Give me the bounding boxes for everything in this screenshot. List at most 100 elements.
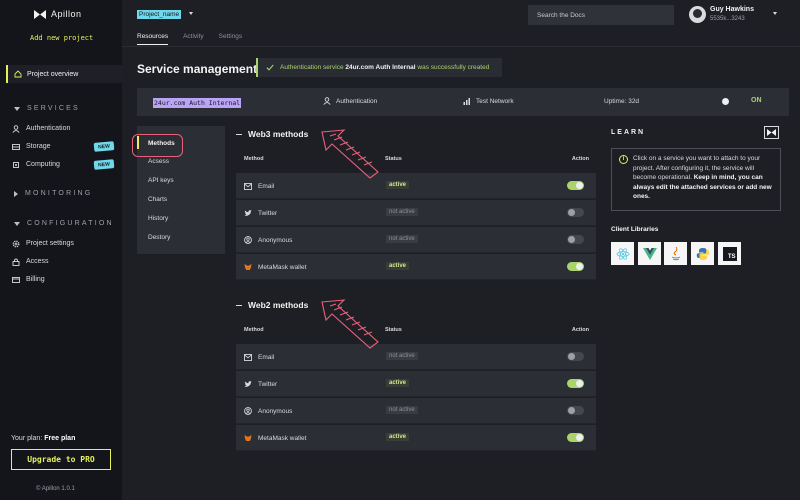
sidebar-item-project-settings[interactable]: Project settings: [11, 239, 74, 248]
gear-icon: [11, 239, 20, 248]
tab-activity[interactable]: Activity: [183, 33, 204, 45]
service-uptime: Uptime: 32d: [604, 98, 640, 105]
twitter-icon: [244, 209, 252, 217]
version-text: © Apillon 1.0.1: [36, 486, 75, 492]
table-row: Anonymous not active: [236, 398, 596, 424]
add-new-project-link[interactable]: Add new project: [30, 34, 93, 42]
section-configuration[interactable]: CONFIGURATION: [14, 220, 114, 227]
python-icon[interactable]: [691, 242, 714, 265]
sidebar-item-storage[interactable]: Storage: [11, 142, 51, 151]
sidebar-item-label: Access: [26, 258, 49, 265]
lock-icon: [11, 257, 20, 266]
method-toggle[interactable]: [567, 379, 584, 388]
section-services[interactable]: SERVICES: [14, 105, 80, 112]
method-toggle[interactable]: [567, 406, 584, 415]
table-row: Twitter not active: [236, 200, 596, 226]
section-title-label: Web3 methods: [248, 129, 309, 139]
user-wallet: 5535k...3243: [710, 16, 745, 22]
web2-methods-title[interactable]: Web2 methods: [236, 300, 308, 310]
sidebar-item-billing[interactable]: Billing: [11, 275, 45, 284]
annotation-arrow-icon: [321, 299, 379, 349]
annotation-circle: [132, 134, 183, 157]
react-icon[interactable]: [611, 242, 634, 265]
sidebar-item-computing[interactable]: Computing: [11, 160, 60, 169]
brand-logo[interactable]: Apillon: [34, 9, 82, 19]
section-label: CONFIGURATION: [27, 220, 114, 227]
status-badge: active: [386, 433, 410, 441]
tab-settings[interactable]: Settings: [219, 33, 243, 45]
method-name: MetaMask wallet: [258, 434, 307, 442]
tab-destory[interactable]: Destory: [148, 234, 170, 241]
status-badge: not active: [386, 352, 418, 360]
method-toggle[interactable]: [567, 235, 584, 244]
tab-acsess[interactable]: Acsess: [148, 158, 169, 165]
annotation-arrow-icon: [321, 129, 379, 179]
web3-methods-title[interactable]: Web3 methods: [236, 129, 308, 139]
web2-table-header: Method Status Action: [244, 327, 589, 333]
typescript-icon[interactable]: TS: [718, 242, 741, 265]
upgrade-button[interactable]: Upgrade to PRO: [11, 449, 111, 470]
method-name: Twitter: [258, 209, 278, 217]
search-input[interactable]: Search the Docs: [528, 5, 674, 25]
method-toggle[interactable]: [567, 433, 584, 442]
expand-icon: [14, 190, 18, 197]
column-status: Status: [385, 327, 402, 333]
status-badge: not active: [386, 235, 418, 243]
toast-service: 24ur.com Auth Internal: [345, 64, 416, 71]
java-icon[interactable]: [664, 242, 687, 265]
avatar[interactable]: [689, 6, 706, 23]
sidebar-item-access[interactable]: Access: [11, 257, 49, 266]
sidebar-item-authentication[interactable]: Authentication: [11, 124, 70, 133]
service-network-label: Test Network: [476, 97, 514, 105]
service-network: Test Network: [463, 97, 514, 105]
chevron-down-icon[interactable]: [773, 12, 777, 15]
anonymous-icon: [244, 407, 252, 415]
column-action: Action: [571, 327, 589, 333]
collapse-panel-icon[interactable]: [764, 126, 779, 139]
plan-value: Free plan: [44, 435, 76, 442]
page-tabs: Resources Activity Settings: [137, 33, 242, 45]
section-label: MONITORING: [25, 190, 93, 197]
tab-charts[interactable]: Charts: [148, 196, 167, 203]
tab-api-keys[interactable]: API keys: [148, 177, 174, 184]
table-row: Email active: [236, 173, 596, 199]
tab-resources[interactable]: Resources: [137, 33, 169, 45]
new-badge: NEW: [93, 141, 115, 152]
divider: [122, 46, 800, 47]
column-action: Action: [571, 156, 589, 162]
web3-table-header: Method Status Action: [244, 156, 589, 162]
network-bars-icon: [463, 98, 470, 105]
user-icon: [323, 97, 331, 105]
email-icon: [244, 353, 252, 361]
sidebar: Apillon Add new project Project overview…: [0, 0, 122, 500]
method-toggle[interactable]: [567, 262, 584, 271]
user-name[interactable]: Guy Hawkins: [710, 6, 754, 13]
home-icon: [14, 70, 22, 78]
chevron-down-icon[interactable]: [189, 12, 193, 15]
sidebar-item-project-overview[interactable]: Project overview: [6, 65, 122, 83]
collapse-icon: [14, 221, 20, 226]
learn-info-box: i Click on a service you want to attach …: [611, 148, 781, 211]
check-icon: [266, 64, 274, 71]
service-name: 24ur.com Auth Internal: [153, 98, 242, 108]
status-badge: active: [386, 262, 410, 270]
method-toggle[interactable]: [567, 352, 584, 361]
project-selector[interactable]: Project_name: [137, 10, 182, 19]
method-toggle[interactable]: [567, 208, 584, 217]
storage-icon: [11, 142, 20, 151]
sidebar-item-label: Computing: [26, 161, 60, 168]
apillon-logo-icon: [34, 9, 46, 19]
plan-info: Your plan: Free plan: [11, 435, 75, 442]
tab-history[interactable]: History: [148, 215, 168, 222]
toast-suffix: was successfully created: [417, 64, 490, 71]
section-monitoring[interactable]: MONITORING: [14, 190, 92, 197]
toast-prefix: Authentication service: [280, 64, 344, 71]
page-title: Service management: [137, 62, 258, 76]
vue-icon[interactable]: [638, 242, 661, 265]
method-toggle[interactable]: [567, 181, 584, 190]
column-method: Method: [244, 327, 264, 333]
section-label: SERVICES: [27, 105, 80, 112]
section-title-label: Web2 methods: [248, 300, 309, 310]
column-method: Method: [244, 156, 264, 162]
learn-title: LEARN: [611, 129, 646, 136]
